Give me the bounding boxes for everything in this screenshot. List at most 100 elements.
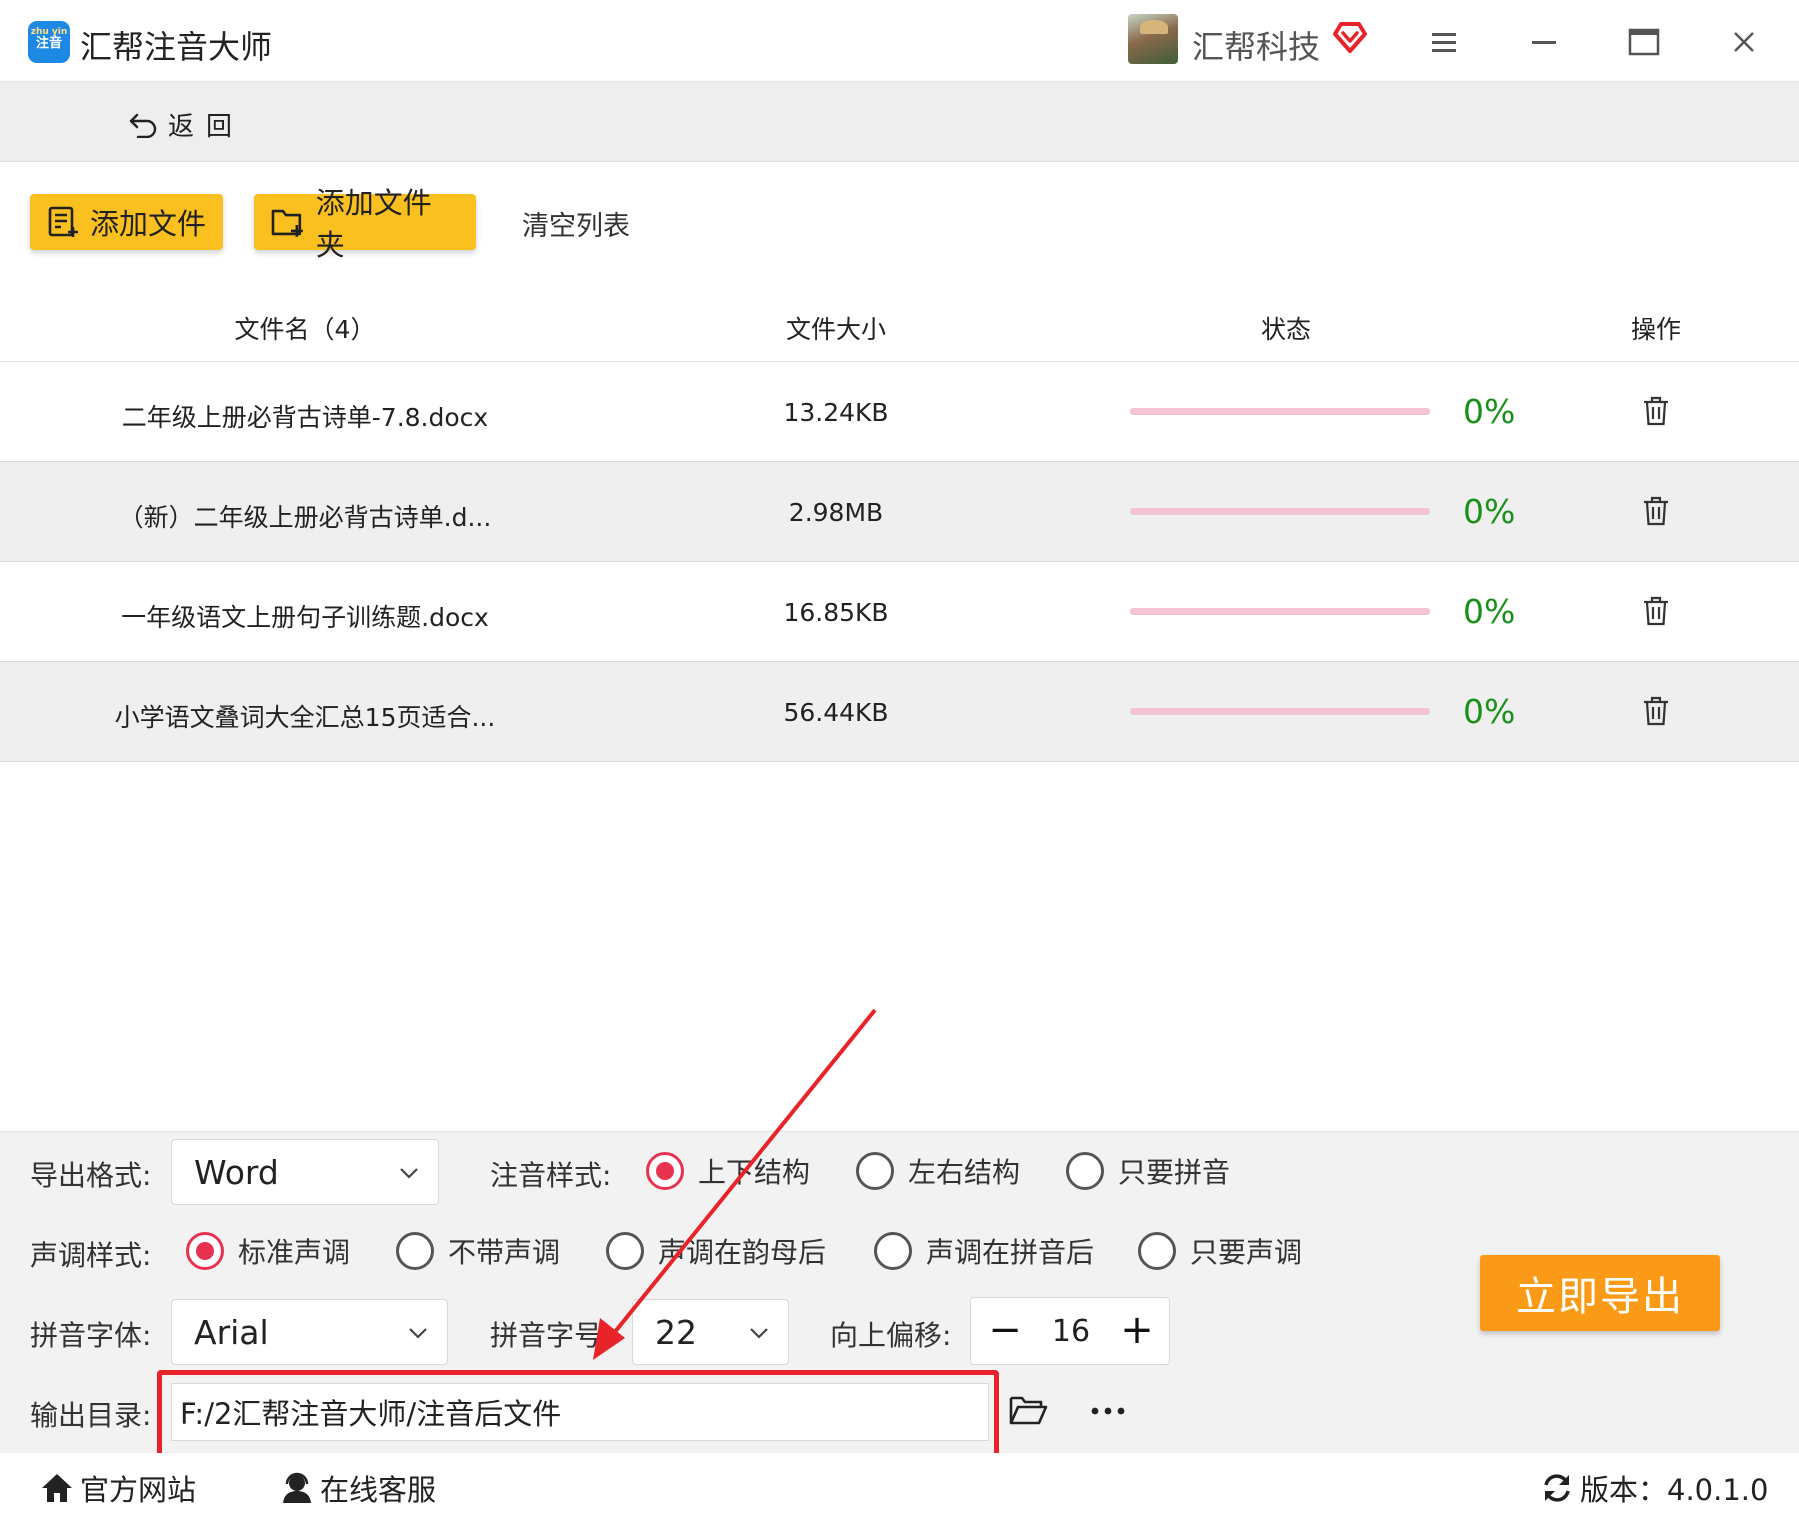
file-name: 小学语文叠词大全汇总15页适合... — [114, 703, 496, 732]
radio-indicator — [1066, 1152, 1104, 1190]
export-format-label: 导出格式: — [30, 1159, 152, 1192]
pinyin-size-select[interactable]: 22 — [632, 1299, 789, 1365]
file-name: 二年级上册必背古诗单-7.8.docx — [121, 403, 489, 432]
navigation-bar: 返回 — [0, 82, 1799, 162]
progress-bar — [1130, 708, 1430, 715]
add-folder-button[interactable]: 添加文件夹 — [254, 186, 476, 262]
offset-decrement-button[interactable]: − — [977, 1302, 1033, 1360]
user-avatar[interactable] — [1128, 14, 1178, 64]
radio-annotation-style[interactable]: 左右结构 — [856, 1151, 1020, 1191]
progress-bar — [1130, 608, 1430, 615]
radio-indicator — [396, 1232, 434, 1270]
header-file-name: 文件名（4） — [234, 315, 376, 344]
export-now-button[interactable]: 立即导出 — [1480, 1255, 1720, 1331]
home-icon — [42, 1474, 72, 1502]
progress-bar — [1130, 408, 1430, 415]
open-folder-icon[interactable] — [1008, 1393, 1048, 1427]
delete-trash-icon[interactable] — [1642, 596, 1670, 626]
pinyin-size-label: 拼音字号 — [490, 1319, 603, 1352]
chevron-down-icon — [750, 1328, 768, 1339]
file-table-header: 文件名（4） 文件大小 状态 操作 — [0, 290, 1799, 362]
back-button[interactable]: 返回 — [128, 106, 244, 143]
radio-label: 不带声调 — [448, 1236, 561, 1269]
progress-percent: 0% — [1463, 692, 1516, 731]
add-file-icon — [48, 206, 78, 237]
table-row[interactable]: 二年级上册必背古诗单-7.8.docx 13.24KB 0% — [0, 362, 1799, 462]
minimize-button[interactable] — [1524, 22, 1564, 62]
tone-style-label: 声调样式: — [30, 1239, 152, 1272]
offset-increment-button[interactable]: + — [1109, 1302, 1165, 1360]
radio-tone-style[interactable]: 声调在韵母后 — [606, 1231, 826, 1271]
back-label: 返回 — [168, 112, 245, 142]
file-name: （新）二年级上册必背古诗单.d... — [118, 503, 492, 532]
official-website-link[interactable]: 官方网站 — [40, 1467, 196, 1509]
delete-trash-icon[interactable] — [1642, 396, 1670, 426]
hamburger-menu-icon — [1432, 33, 1456, 52]
pinyin-font-select[interactable]: Arial — [171, 1299, 448, 1365]
radio-indicator — [646, 1152, 684, 1190]
radio-tone-style[interactable]: 声调在拼音后 — [874, 1231, 1094, 1271]
radio-label: 声调在拼音后 — [926, 1236, 1095, 1269]
radio-indicator — [1138, 1232, 1176, 1270]
radio-tone-style[interactable]: 不带声调 — [396, 1231, 560, 1271]
file-size: 56.44KB — [783, 698, 889, 727]
pinyin-size-value: 22 — [655, 1312, 697, 1352]
version-label: 版本：4.0.1.0 — [1580, 1473, 1769, 1507]
offset-label: 向上偏移: — [830, 1319, 952, 1352]
app-logo-text: 注音 — [35, 36, 62, 51]
online-support-link[interactable]: 在线客服 — [280, 1467, 436, 1509]
title-bar: zhu yin 注音 汇帮注音大师 汇帮科技 — [0, 0, 1799, 82]
output-dir-input[interactable] — [171, 1383, 989, 1441]
progress-bar — [1130, 508, 1430, 515]
radio-annotation-style[interactable]: 上下结构 — [646, 1151, 810, 1191]
radio-label: 只要拼音 — [1118, 1156, 1231, 1189]
offset-stepper: − 16 + — [970, 1297, 1170, 1365]
delete-trash-icon[interactable] — [1642, 696, 1670, 726]
header-status: 状态 — [1260, 315, 1311, 344]
close-icon — [1734, 32, 1754, 52]
add-file-button[interactable]: 添加文件 — [30, 194, 223, 250]
delete-trash-icon[interactable] — [1642, 496, 1670, 526]
maximize-button[interactable] — [1624, 22, 1664, 62]
vip-heart-icon[interactable] — [1332, 20, 1368, 54]
radio-indicator — [874, 1232, 912, 1270]
menu-button[interactable] — [1424, 22, 1464, 62]
table-row[interactable]: （新）二年级上册必背古诗单.d... 2.98MB 0% — [0, 462, 1799, 562]
progress-percent: 0% — [1463, 492, 1516, 531]
file-size: 13.24KB — [783, 398, 889, 427]
account-name[interactable]: 汇帮科技 — [1192, 22, 1320, 68]
more-options-icon[interactable] — [1088, 1398, 1128, 1424]
chevron-down-icon — [400, 1168, 418, 1179]
radio-tone-style[interactable]: 标准声调 — [186, 1231, 350, 1271]
radio-label: 标准声调 — [238, 1236, 351, 1269]
maximize-icon — [1628, 28, 1660, 56]
back-arrow-icon — [129, 113, 157, 138]
chevron-down-icon — [409, 1328, 427, 1339]
header-action: 操作 — [1630, 315, 1681, 344]
offset-value[interactable]: 16 — [1041, 1314, 1101, 1349]
export-format-value: Word — [194, 1152, 279, 1192]
file-size: 16.85KB — [783, 598, 889, 627]
radio-label: 声调在韵母后 — [658, 1236, 827, 1269]
close-button[interactable] — [1724, 22, 1764, 62]
file-name: 一年级语文上册句子训练题.docx — [121, 603, 489, 632]
annotation-style-label: 注音样式: — [490, 1159, 612, 1192]
export-format-select[interactable]: Word — [171, 1139, 439, 1205]
footer-bar: 官方网站 在线客服 版本：4.0.1.0 — [0, 1453, 1799, 1519]
clear-list-button[interactable]: 清空列表 — [522, 204, 630, 243]
radio-tone-style[interactable]: 只要声调 — [1138, 1231, 1302, 1271]
radio-annotation-style[interactable]: 只要拼音 — [1066, 1151, 1230, 1191]
pinyin-font-value: Arial — [194, 1312, 269, 1352]
online-support-label: 在线客服 — [320, 1473, 437, 1507]
add-folder-label: 添加文件夹 — [315, 186, 432, 262]
progress-percent: 0% — [1463, 392, 1516, 431]
table-row[interactable]: 一年级语文上册句子训练题.docx 16.85KB 0% — [0, 562, 1799, 662]
refresh-icon — [1544, 1474, 1570, 1502]
radio-indicator — [606, 1232, 644, 1270]
pinyin-font-label: 拼音字体: — [30, 1319, 152, 1352]
table-row[interactable]: 小学语文叠词大全汇总15页适合... 56.44KB 0% — [0, 662, 1799, 762]
header-file-size: 文件大小 — [785, 315, 886, 344]
radio-label: 左右结构 — [908, 1156, 1021, 1189]
file-size: 2.98MB — [788, 498, 884, 527]
add-folder-icon — [271, 209, 303, 237]
